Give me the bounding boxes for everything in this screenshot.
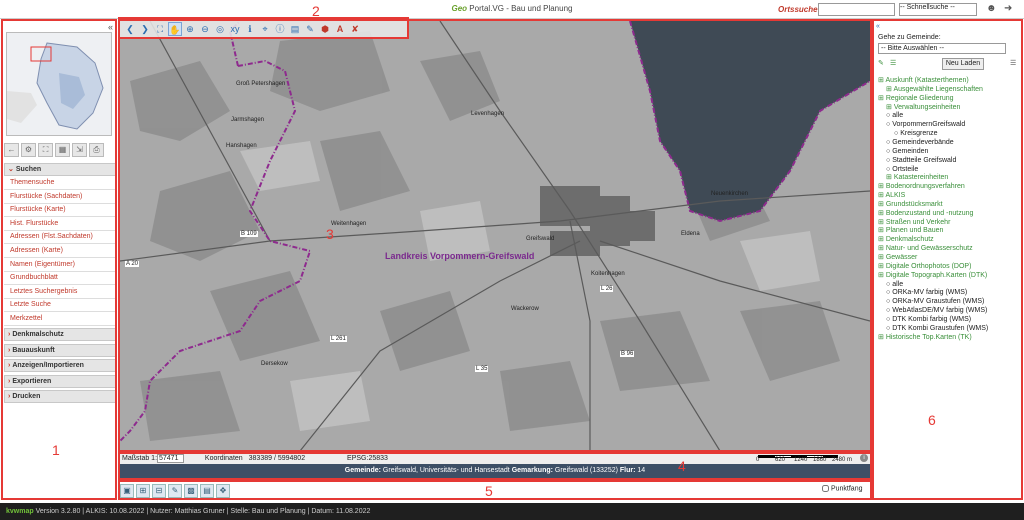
annotation-number-1: 1 (52, 442, 60, 458)
user-icon[interactable]: ☻ (986, 3, 998, 16)
ortsuche-label: Ortssuche : (778, 5, 823, 14)
annotation-box-3 (118, 19, 872, 452)
brand-geo: Geo (451, 4, 468, 13)
ortsuche-input[interactable] (818, 3, 895, 16)
annotation-number-5: 5 (485, 483, 493, 499)
brand-rest: Portal.VG - Bau und Planung (469, 4, 573, 13)
annotation-number-2: 2 (312, 3, 320, 19)
footer: kvwmap Version 3.2.80 | ALKIS: 10.08.202… (0, 503, 1024, 520)
annotation-box-6 (872, 19, 1023, 500)
annotation-box-4 (118, 452, 872, 480)
annotation-number-6: 6 (928, 412, 936, 428)
footer-info: Version 3.2.80 | ALKIS: 10.08.2022 | Nut… (35, 508, 371, 515)
kvwmap-logo: kvwmap (6, 508, 34, 515)
annotation-number-4: 4 (678, 458, 686, 474)
annotation-box-5 (118, 480, 872, 500)
schnellsuche-select[interactable]: -- Schnellsuche -- (899, 3, 977, 16)
annotation-number-3: 3 (326, 226, 334, 242)
annotation-box-1 (1, 19, 117, 500)
logout-icon[interactable]: ➜ (1004, 3, 1016, 16)
